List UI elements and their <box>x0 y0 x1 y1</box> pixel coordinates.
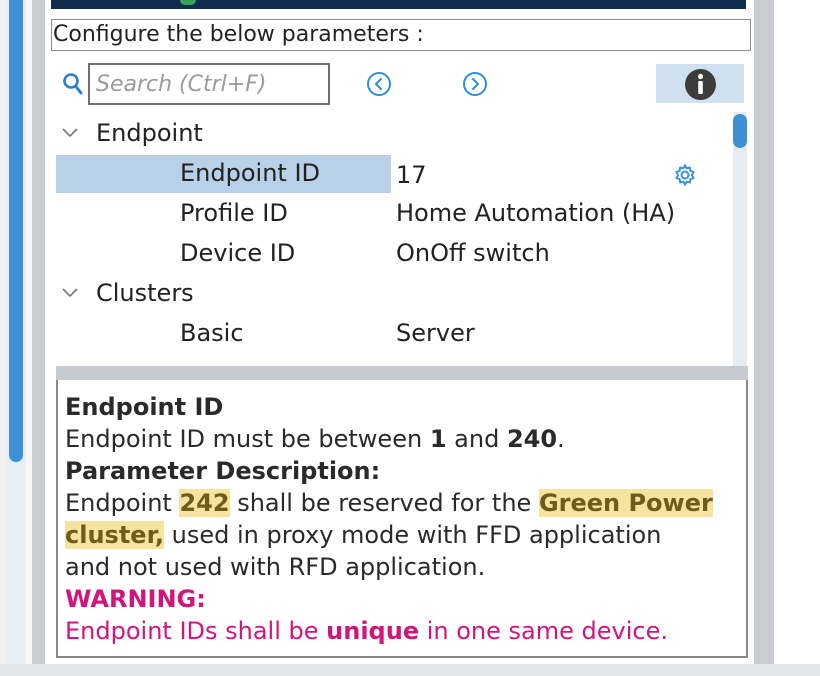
tree-row-value[interactable]: OnOff switch <box>396 233 550 273</box>
previous-icon[interactable] <box>366 71 392 97</box>
configure-label: Configure the below parameters : <box>53 22 424 47</box>
gear-icon[interactable] <box>673 163 697 187</box>
search-icon[interactable] <box>62 72 84 96</box>
splitter-bar[interactable] <box>56 366 748 380</box>
description-text: used in proxy mode with FFD application <box>164 521 662 549</box>
description-range: Endpoint ID must be between 1 and 240. <box>65 423 565 455</box>
outside-area <box>774 0 820 664</box>
tree-group-endpoint[interactable]: Endpoint <box>96 113 203 153</box>
info-icon[interactable] <box>684 68 717 101</box>
next-icon[interactable] <box>462 71 488 97</box>
panel-border-left <box>32 0 45 664</box>
tree-row-name[interactable]: Basic <box>180 313 244 353</box>
description-text: shall be reserved for the <box>229 489 539 517</box>
tree-row-value[interactable]: Server <box>396 313 475 353</box>
highlighted-text: Green Power <box>538 489 713 517</box>
range-text: . <box>557 425 565 453</box>
parameter-description-heading: Parameter Description: <box>65 457 381 485</box>
description-text: Endpoint <box>65 489 180 517</box>
warning-text-part: in one same device. <box>419 617 668 645</box>
chevron-down-icon[interactable] <box>62 128 78 138</box>
tree-scrollbar-track[interactable] <box>733 112 747 368</box>
warning-text-part: Endpoint IDs shall be <box>65 617 327 645</box>
bottom-border <box>0 664 820 676</box>
warning-heading: WARNING: <box>65 585 206 613</box>
chevron-down-icon[interactable] <box>62 288 78 298</box>
range-min: 1 <box>429 425 447 453</box>
tree-group-clusters[interactable]: Clusters <box>96 273 194 313</box>
status-dot <box>180 0 196 5</box>
range-text: and <box>446 425 507 453</box>
outer-scrollbar-thumb[interactable] <box>9 0 23 462</box>
tree-row-name[interactable]: Endpoint ID <box>180 153 320 193</box>
highlighted-text: cluster, <box>65 521 164 549</box>
tree-row-value[interactable]: Home Automation (HA) <box>396 193 675 233</box>
tree-scrollbar-thumb[interactable] <box>733 114 747 148</box>
panel-border-right <box>754 0 774 664</box>
description-title: Endpoint ID <box>65 393 224 421</box>
range-max: 240 <box>506 425 558 453</box>
description-text-line: and not used with RFD application. <box>65 553 486 581</box>
range-text: Endpoint ID must be between <box>65 425 430 453</box>
description-text-line: Endpoint 242 shall be reserved for the G… <box>65 487 713 519</box>
tree-row-value[interactable]: 17 <box>396 155 427 195</box>
warning-text: Endpoint IDs shall be unique in one same… <box>65 615 668 647</box>
warning-emphasis: unique <box>326 617 420 645</box>
highlighted-text: 242 <box>179 489 230 517</box>
tree-row-name[interactable]: Device ID <box>180 233 295 273</box>
search-input[interactable] <box>88 63 330 105</box>
tree-row-name[interactable]: Profile ID <box>180 193 288 233</box>
section-header-bar <box>51 0 746 9</box>
description-text-line: cluster, used in proxy mode with FFD app… <box>65 519 661 551</box>
